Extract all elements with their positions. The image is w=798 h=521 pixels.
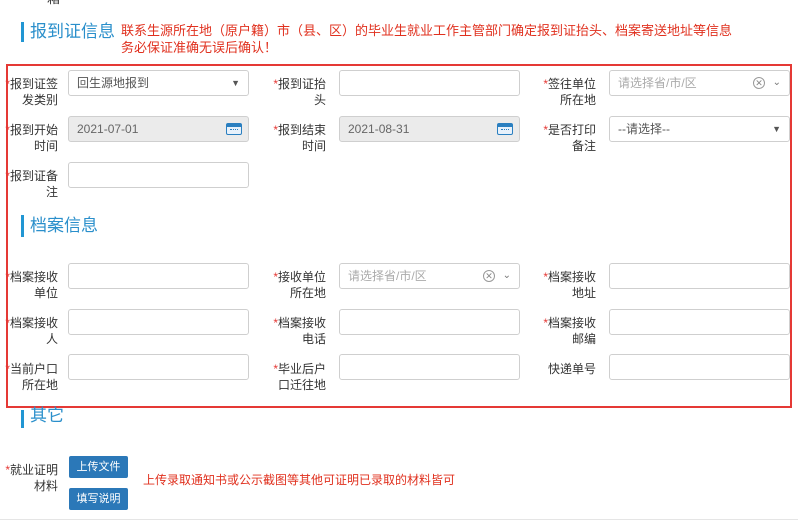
section-bar — [21, 22, 24, 42]
archive-addr-label: *档案接收 地址 — [543, 270, 596, 300]
archive-section-title: 档案信息 — [30, 216, 98, 235]
calendar-icon[interactable] — [226, 123, 242, 135]
section-bar — [21, 215, 24, 237]
divider — [0, 519, 798, 520]
report-remark-input[interactable] — [68, 162, 249, 188]
fill-instructions-button[interactable]: 填写说明 — [69, 488, 128, 510]
archive-unit-input[interactable] — [68, 263, 249, 289]
print-note-label: *是否打印 备注 — [543, 123, 596, 153]
hukou-now-label: *当前户口 所在地 — [5, 362, 58, 392]
select-arrow-icon: ▼ — [231, 78, 240, 88]
report-section-title: 报到证信息 — [30, 22, 115, 41]
express-no-input[interactable] — [609, 354, 790, 380]
report-type-label: *报到证签 发类别 — [5, 77, 58, 107]
upload-file-button[interactable]: 上传文件 — [69, 456, 128, 478]
archive-phone-label: *档案接收 电话 — [273, 316, 326, 346]
sign-unit-label: *签往单位 所在地 — [543, 77, 596, 107]
archive-addr-input[interactable] — [609, 263, 790, 289]
archive-zip-label: *档案接收 邮编 — [543, 316, 596, 346]
hukou-after-label: *毕业后户 口迁往地 — [273, 362, 326, 392]
upload-hint: 上传录取通知书或公示截图等其他可证明已录取的材料皆可 — [143, 473, 456, 487]
report-remark-label: *报到证备 注 — [5, 169, 58, 199]
report-section-note: 联系生源所在地（原户籍）市（县、区）的毕业生就业工作主管部门确定报到证抬头、档案… — [121, 22, 791, 56]
other-section-title: 其它 — [30, 406, 64, 425]
end-time-label: *报到结束 时间 — [273, 123, 326, 153]
chevron-down-icon[interactable]: ⌄ — [773, 71, 781, 95]
hukou-after-input[interactable] — [339, 354, 520, 380]
print-note-select[interactable]: --请选择-- ▼ — [609, 116, 790, 142]
report-type-select[interactable]: 回生源地报到 ▼ — [68, 70, 249, 96]
start-date-input[interactable]: 2021-07-01 — [68, 116, 249, 142]
start-time-label: *报到开始 时间 — [5, 123, 58, 153]
report-header-input[interactable] — [339, 70, 520, 96]
clear-icon[interactable]: ✕ — [483, 270, 495, 282]
hukou-now-input[interactable] — [68, 354, 249, 380]
recv-location-label: *接收单位 所在地 — [273, 270, 326, 300]
archive-unit-label: *档案接收 单位 — [5, 270, 58, 300]
report-header-label: *报到证抬 头 — [273, 77, 326, 107]
employment-proof-label: *就业证明 材料 — [5, 463, 58, 493]
calendar-icon[interactable] — [497, 123, 513, 135]
sign-unit-region-select[interactable]: 请选择省/市/区 ✕ ⌄ — [609, 70, 790, 96]
express-no-label: 快递单号 — [547, 362, 596, 376]
archive-person-input[interactable] — [68, 309, 249, 335]
section-bar — [21, 410, 24, 428]
archive-zip-input[interactable] — [609, 309, 790, 335]
cut-off-text: 箱 — [0, 0, 60, 6]
recv-location-region-select[interactable]: 请选择省/市/区 ✕ ⌄ — [339, 263, 520, 289]
report-note-line2: 务必保证准确无误后确认！ — [121, 40, 278, 55]
archive-phone-input[interactable] — [339, 309, 520, 335]
end-date-input[interactable]: 2021-08-31 — [339, 116, 520, 142]
select-arrow-icon: ▼ — [772, 124, 781, 134]
report-note-line1: 联系生源所在地（原户籍）市（县、区）的毕业生就业工作主管部门确定报到证抬头、档案… — [121, 23, 733, 38]
archive-person-label: *档案接收 人 — [5, 316, 58, 346]
clear-icon[interactable]: ✕ — [753, 77, 765, 89]
chevron-down-icon[interactable]: ⌄ — [503, 264, 511, 288]
